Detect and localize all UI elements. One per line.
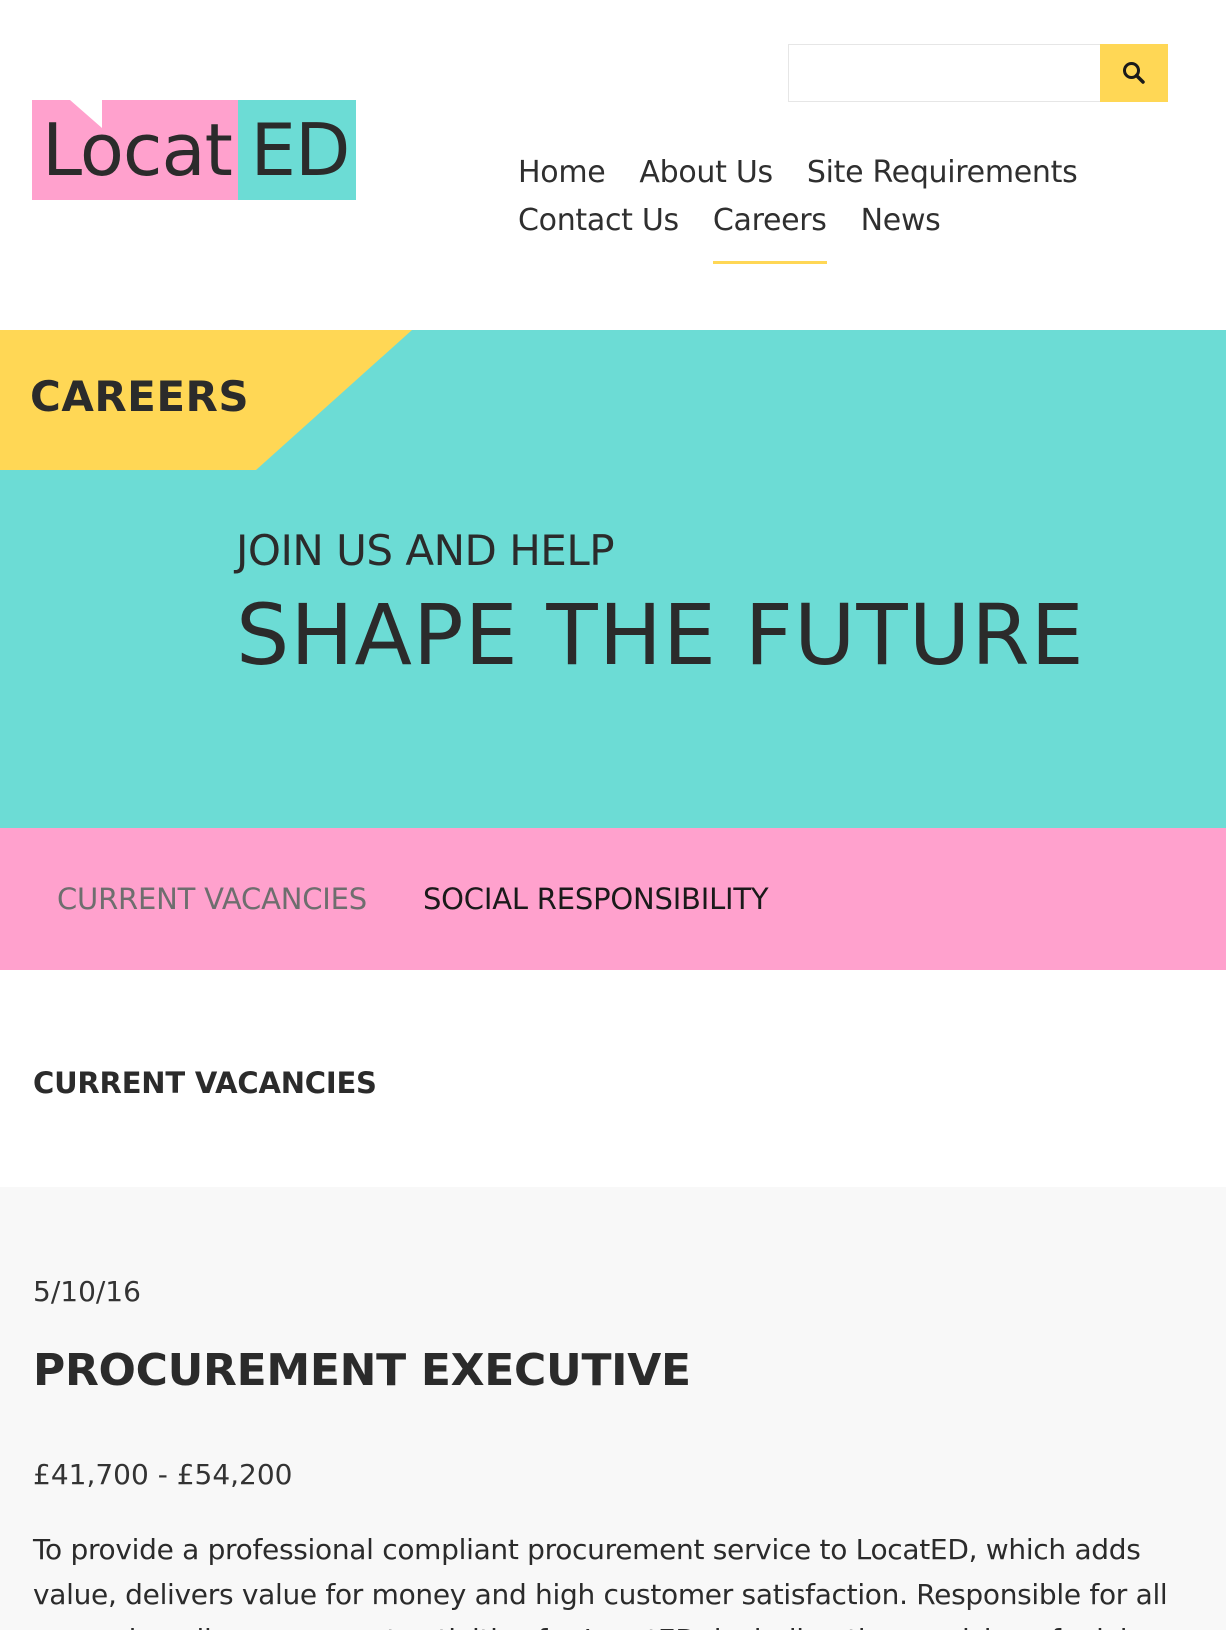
vacancy-description: To provide a professional compliant proc… xyxy=(33,1533,1168,1630)
nav-row: Home About Us Site Requirements xyxy=(518,148,1078,196)
search-box xyxy=(788,44,1168,102)
vacancy-salary: £41,700 - £54,200 xyxy=(33,1458,293,1491)
located-logo[interactable]: Locat ED xyxy=(32,100,356,200)
careers-subnav: CURRENT VACANCIES SOCIAL RESPONSIBILITY xyxy=(0,828,1226,970)
search-icon xyxy=(1123,62,1145,84)
hero-title: SHAPE THE FUTURE xyxy=(236,586,1085,684)
subnav-social-responsibility[interactable]: SOCIAL RESPONSIBILITY xyxy=(423,882,769,916)
nav-item-site-requirements[interactable]: Site Requirements xyxy=(807,155,1078,190)
vacancy-card: 5/10/16 PROCUREMENT EXECUTIVE £41,700 - … xyxy=(0,1187,1226,1630)
logo-text-locat: Locat xyxy=(42,108,233,192)
page: Locat ED Home About Us Site Requirements… xyxy=(0,0,1226,1630)
nav-item-news[interactable]: News xyxy=(861,203,941,238)
nav-row: Contact Us Careers News xyxy=(518,196,1078,264)
nav-item-contact-us[interactable]: Contact Us xyxy=(518,203,679,238)
hero-banner: CAREERS JOIN US AND HELP SHAPE THE FUTUR… xyxy=(0,330,1226,828)
vacancy-date: 5/10/16 xyxy=(33,1275,141,1308)
nav-item-about-us[interactable]: About Us xyxy=(639,155,773,190)
main-nav: Home About Us Site Requirements Contact … xyxy=(518,148,1078,264)
vacancy-title[interactable]: PROCUREMENT EXECUTIVE xyxy=(33,1345,691,1396)
nav-item-home[interactable]: Home xyxy=(518,155,606,190)
search-input[interactable] xyxy=(788,44,1100,102)
subnav-current-vacancies[interactable]: CURRENT VACANCIES xyxy=(57,882,367,916)
logo-text-ed: ED xyxy=(250,108,351,192)
search-button[interactable] xyxy=(1100,44,1168,102)
page-title: CAREERS xyxy=(30,372,250,421)
hero-subtitle: JOIN US AND HELP xyxy=(236,526,615,575)
nav-item-careers[interactable]: Careers xyxy=(712,203,827,264)
section-title: CURRENT VACANCIES xyxy=(33,1066,377,1100)
